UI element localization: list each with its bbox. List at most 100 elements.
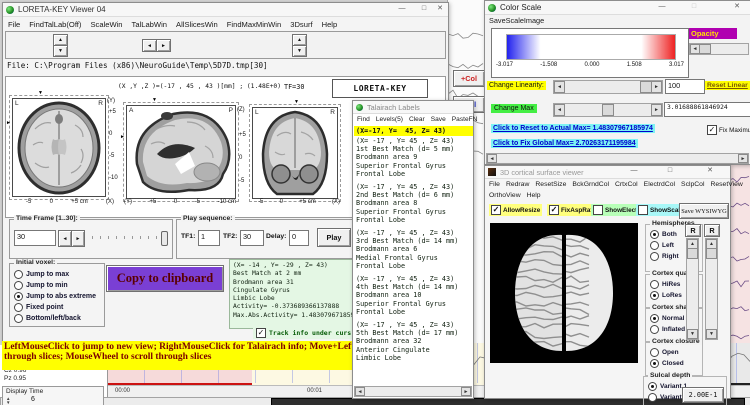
talairach-title-bar[interactable]: Talairach Labels <box>353 101 473 114</box>
display-time-down-icon[interactable] <box>6 400 10 405</box>
linearity-scrollbar[interactable] <box>553 80 663 94</box>
viewer3d-menu-item-sclpcol[interactable]: SclpCol <box>681 181 704 188</box>
rotation2-down-icon[interactable] <box>706 329 717 339</box>
surface-viewer-minimize-button[interactable] <box>627 165 641 177</box>
sagittal-right-button[interactable] <box>156 39 171 52</box>
minimize-button[interactable] <box>395 3 409 15</box>
save-wysiwyg-button[interactable]: Save WYSIWYG <box>679 203 729 219</box>
showscalp-checkbox[interactable] <box>638 205 648 215</box>
color-scale-scroll-right-icon[interactable] <box>738 154 748 163</box>
option-allowresize[interactable]: AllowResize <box>489 204 542 216</box>
viewer3d-menu-item-electrdcol[interactable]: ElectrdCol <box>644 181 675 188</box>
main-menu-item-findtallab-off-[interactable]: FindTalLab(Off) <box>29 20 81 29</box>
talairach-scroll-left-icon[interactable] <box>355 387 365 396</box>
fix-maximum-row[interactable]: Fix Maximum <box>707 125 750 135</box>
cortex-closure-option-closed[interactable]: Closed <box>650 359 702 368</box>
viewer3d-menu-item-crtxcol[interactable]: CrtxCol <box>615 181 638 188</box>
main-menu-item-file[interactable]: File <box>8 20 20 29</box>
main-menu-item-tallabwin[interactable]: TalLabWin <box>132 20 167 29</box>
color-scale-close-button[interactable] <box>730 1 744 13</box>
talairach-results-list[interactable]: (X= -17 , Y= 45 , Z= 43)1st Best Match (… <box>356 137 470 385</box>
talairach-menu-item-find[interactable]: Find <box>357 116 370 123</box>
main-menu-item-scalewin[interactable]: ScaleWin <box>90 20 122 29</box>
loreta-title-bar[interactable]: LORETA-KEY Viewer 04 <box>3 3 448 17</box>
sagittal-left-button[interactable] <box>142 39 157 52</box>
play-button[interactable]: Play <box>317 228 351 247</box>
color-scale-maximize-button[interactable] <box>687 1 701 13</box>
rotation-scrollbar-2[interactable] <box>705 238 718 340</box>
initial-voxel-option-bottom-left-back[interactable]: Bottom/left/back <box>14 314 104 323</box>
change-max-value-input[interactable]: 3.01688861846924 <box>664 102 750 117</box>
time-frame-next-button[interactable] <box>71 230 85 247</box>
tf1-input[interactable]: 1 <box>198 230 220 246</box>
allowresize-checkbox[interactable] <box>491 205 501 215</box>
initial-voxel-option-jump-to-min[interactable]: Jump to min <box>14 281 104 290</box>
surface-viewer-close-button[interactable] <box>703 165 717 177</box>
reset-linear-link[interactable]: Reset Linear <box>705 81 750 90</box>
rotation2-thumb[interactable] <box>706 248 717 259</box>
viewer3d-menu-item-orthoview[interactable]: OrthoView <box>489 192 521 199</box>
coronal-down-button[interactable] <box>292 45 307 57</box>
viewer3d-menu-item-resetsize[interactable]: ResetSize <box>535 181 566 188</box>
linearity-scroll-right-icon[interactable] <box>651 81 662 93</box>
color-scale-scroll-left-icon[interactable] <box>487 154 497 163</box>
surface-viewer-maximize-button[interactable] <box>663 165 677 177</box>
talairach-menu-item-pastefn[interactable]: PasteFN <box>452 116 478 123</box>
track-info-checkbox[interactable] <box>256 328 266 338</box>
surface-viewer-title-bar[interactable]: 3D cortical surface viewer <box>485 166 730 179</box>
rotate-right-button[interactable]: R <box>704 224 720 237</box>
talairach-horizontal-scrollbar[interactable] <box>354 386 472 397</box>
fix-maximum-checkbox[interactable] <box>707 125 717 135</box>
maximize-button[interactable] <box>417 3 431 15</box>
add-column-button[interactable]: +Col <box>453 70 485 87</box>
linearity-scroll-left-icon[interactable] <box>554 81 565 93</box>
linearity-scrollbar-thumb[interactable] <box>640 81 652 93</box>
main-menu-item-allsliceswin[interactable]: AllSlicesWin <box>176 20 218 29</box>
rotate-left-button[interactable]: R <box>685 224 701 237</box>
sagittal-slice-view[interactable]: A P <box>126 105 236 199</box>
main-menu-item-findmaxminwin[interactable]: FindMaxMinWin <box>227 20 281 29</box>
time-frame-slider-thumb[interactable] <box>161 231 168 246</box>
change-max-scrollbar[interactable] <box>553 103 663 117</box>
main-menu-item-3dsurf[interactable]: 3Dsurf <box>290 20 312 29</box>
axial-slice-view[interactable]: L R <box>12 98 106 197</box>
time-frame-prev-button[interactable] <box>58 230 72 247</box>
color-scale-title-bar[interactable]: Color Scale <box>485 1 750 15</box>
display-time-value[interactable]: 6 <box>31 396 35 403</box>
talairach-scroll-right-icon[interactable] <box>461 387 471 396</box>
change-max-scroll-right-icon[interactable] <box>651 104 662 116</box>
copy-to-clipboard-button[interactable]: Copy to clipboard <box>106 265 224 292</box>
sulcal-depth-value[interactable]: 2.00E-1 <box>682 387 724 403</box>
axial-down-button[interactable] <box>53 45 68 57</box>
time-frame-slider[interactable] <box>92 236 166 239</box>
viewer3d-menu-item-redraw[interactable]: Redraw <box>506 181 529 188</box>
talairach-menu-item-save[interactable]: Save <box>431 116 446 123</box>
viewer3d-menu-item-help[interactable]: Help <box>527 192 541 199</box>
reset-actual-max-link[interactable]: Click to Reset to Actual Max= 1.48307967… <box>491 124 655 133</box>
viewer3d-menu-item-bckgrndcol[interactable]: BckGrndCol <box>572 181 609 188</box>
rotation1-thumb[interactable] <box>687 248 698 259</box>
close-button[interactable] <box>433 3 447 15</box>
track-info-row[interactable]: Track info under curs <box>253 327 354 339</box>
rotation1-down-icon[interactable] <box>687 329 698 339</box>
opacity-scrollbar[interactable] <box>689 43 749 55</box>
option-fixasprat[interactable]: FixAspRat <box>547 204 595 216</box>
color-scale-horizontal-scrollbar[interactable] <box>486 153 749 164</box>
coronal-slice-view[interactable]: L R <box>252 107 338 199</box>
tf2-input[interactable]: 30 <box>240 230 264 246</box>
linearity-value-input[interactable]: 100 <box>665 79 705 94</box>
fixasprat-checkbox[interactable] <box>549 205 559 215</box>
change-max-scrollbar-thumb[interactable] <box>602 104 614 116</box>
talairach-menu-item-clear[interactable]: Clear <box>409 116 425 123</box>
initial-voxel-option-jump-to-max[interactable]: Jump to max <box>14 270 104 279</box>
talairach-menu-item-levels-5-[interactable]: Levels(5) <box>376 116 403 123</box>
opacity-scrollbar-thumb[interactable] <box>699 44 711 54</box>
fix-global-max-link[interactable]: Click to Fix Global Max= 2.7026317119598… <box>491 139 638 148</box>
viewer3d-menu-item-resetview[interactable]: ResetView <box>710 181 742 188</box>
save-scale-image-menu-item[interactable]: SaveScaleImage <box>489 16 544 25</box>
initial-voxel-option-fixed-point[interactable]: Fixed point <box>14 303 104 312</box>
change-max-scroll-left-icon[interactable] <box>554 104 565 116</box>
delay-input[interactable]: 0 <box>289 230 309 246</box>
color-scale-minimize-button[interactable] <box>655 1 669 13</box>
initial-voxel-option-jump-to-abs-extreme[interactable]: Jump to abs extreme <box>14 292 104 301</box>
